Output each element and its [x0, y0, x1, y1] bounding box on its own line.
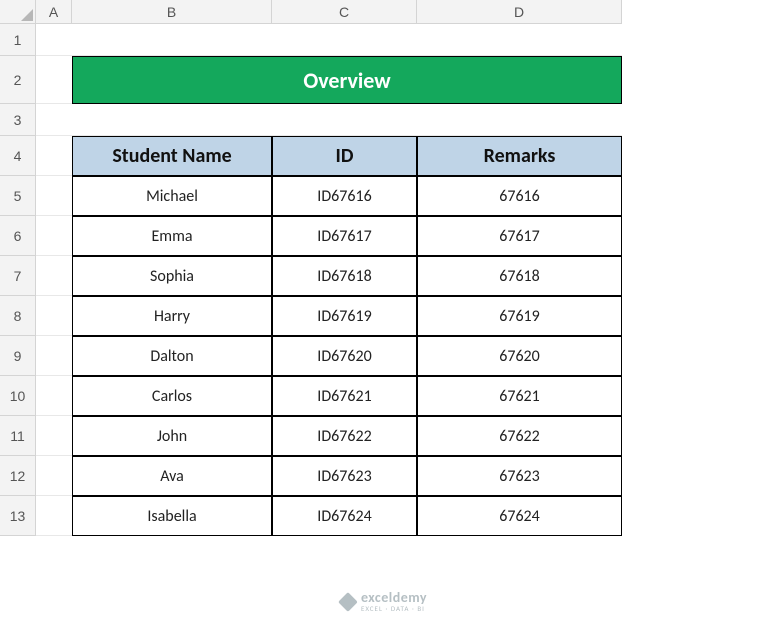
watermark-text: exceldemy EXCEL · DATA · BI: [361, 591, 427, 612]
cell-remarks-7[interactable]: 67623: [417, 456, 622, 496]
row-header-4[interactable]: 4: [0, 136, 36, 176]
cell-C3[interactable]: [272, 104, 417, 136]
cell-id-1[interactable]: ID67617: [272, 216, 417, 256]
cell-A8[interactable]: [36, 296, 72, 336]
cell-id-5[interactable]: ID67621: [272, 376, 417, 416]
cell-C1[interactable]: [272, 24, 417, 56]
cell-A11[interactable]: [36, 416, 72, 456]
row-header-12[interactable]: 12: [0, 456, 36, 496]
cell-name-0[interactable]: Michael: [72, 176, 272, 216]
cell-name-8[interactable]: Isabella: [72, 496, 272, 536]
cell-A4[interactable]: [36, 136, 72, 176]
header-id[interactable]: ID: [272, 136, 417, 176]
row-header-8[interactable]: 8: [0, 296, 36, 336]
cell-name-5[interactable]: Carlos: [72, 376, 272, 416]
row-header-13[interactable]: 13: [0, 496, 36, 536]
header-remarks[interactable]: Remarks: [417, 136, 622, 176]
cell-remarks-8[interactable]: 67624: [417, 496, 622, 536]
cell-remarks-2[interactable]: 67618: [417, 256, 622, 296]
cell-A3[interactable]: [36, 104, 72, 136]
cell-A13[interactable]: [36, 496, 72, 536]
col-header-C[interactable]: C: [272, 0, 417, 24]
cell-id-0[interactable]: ID67616: [272, 176, 417, 216]
cell-name-6[interactable]: John: [72, 416, 272, 456]
cell-id-2[interactable]: ID67618: [272, 256, 417, 296]
row-header-10[interactable]: 10: [0, 376, 36, 416]
cell-A7[interactable]: [36, 256, 72, 296]
cell-B1[interactable]: [72, 24, 272, 56]
row-header-7[interactable]: 7: [0, 256, 36, 296]
col-header-D[interactable]: D: [417, 0, 622, 24]
col-header-A[interactable]: A: [36, 0, 72, 24]
watermark-brand: exceldemy: [361, 591, 427, 605]
row-header-1[interactable]: 1: [0, 24, 36, 56]
cell-A9[interactable]: [36, 336, 72, 376]
col-header-B[interactable]: B: [72, 0, 272, 24]
cell-id-4[interactable]: ID67620: [272, 336, 417, 376]
cell-A6[interactable]: [36, 216, 72, 256]
watermark-sub: EXCEL · DATA · BI: [361, 605, 427, 612]
title-overview[interactable]: Overview: [72, 56, 622, 104]
row-header-3[interactable]: 3: [0, 104, 36, 136]
cell-remarks-6[interactable]: 67622: [417, 416, 622, 456]
row-header-2[interactable]: 2: [0, 56, 36, 104]
cell-remarks-0[interactable]: 67616: [417, 176, 622, 216]
row-header-9[interactable]: 9: [0, 336, 36, 376]
cell-name-4[interactable]: Dalton: [72, 336, 272, 376]
cell-id-3[interactable]: ID67619: [272, 296, 417, 336]
row-header-11[interactable]: 11: [0, 416, 36, 456]
cell-name-1[interactable]: Emma: [72, 216, 272, 256]
cell-A12[interactable]: [36, 456, 72, 496]
cell-remarks-1[interactable]: 67617: [417, 216, 622, 256]
cell-name-7[interactable]: Ava: [72, 456, 272, 496]
spreadsheet-grid: A B C D 1 2 Overview 3 4 Student Name ID…: [0, 0, 768, 536]
cell-A5[interactable]: [36, 176, 72, 216]
row-header-5[interactable]: 5: [0, 176, 36, 216]
cell-D1[interactable]: [417, 24, 622, 56]
cell-id-7[interactable]: ID67623: [272, 456, 417, 496]
watermark-logo-icon: [338, 592, 358, 612]
cell-remarks-5[interactable]: 67621: [417, 376, 622, 416]
cell-A2[interactable]: [36, 56, 72, 104]
watermark: exceldemy EXCEL · DATA · BI: [341, 591, 427, 612]
cell-remarks-3[interactable]: 67619: [417, 296, 622, 336]
cell-D3[interactable]: [417, 104, 622, 136]
cell-name-3[interactable]: Harry: [72, 296, 272, 336]
row-header-6[interactable]: 6: [0, 216, 36, 256]
cell-name-2[interactable]: Sophia: [72, 256, 272, 296]
cell-remarks-4[interactable]: 67620: [417, 336, 622, 376]
cell-A1[interactable]: [36, 24, 72, 56]
cell-B3[interactable]: [72, 104, 272, 136]
cell-id-8[interactable]: ID67624: [272, 496, 417, 536]
cell-A10[interactable]: [36, 376, 72, 416]
select-all-corner[interactable]: [0, 0, 36, 24]
header-student-name[interactable]: Student Name: [72, 136, 272, 176]
cell-id-6[interactable]: ID67622: [272, 416, 417, 456]
